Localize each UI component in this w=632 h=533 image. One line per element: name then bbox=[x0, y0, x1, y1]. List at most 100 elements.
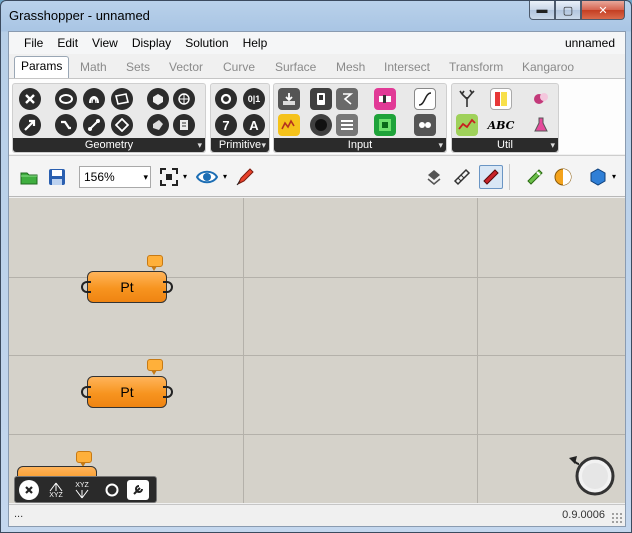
tab-transform[interactable]: Transform bbox=[449, 58, 503, 78]
preview-selected-icon[interactable] bbox=[523, 165, 547, 189]
cycle-icon[interactable] bbox=[101, 480, 123, 500]
scribble-list-icon[interactable] bbox=[490, 88, 512, 110]
menu-file[interactable]: File bbox=[17, 32, 50, 54]
control-knob-icon[interactable] bbox=[336, 88, 358, 110]
output-grip[interactable] bbox=[163, 281, 173, 293]
tree-param-icon[interactable] bbox=[456, 88, 478, 110]
grasshopper-canvas[interactable]: Pt Pt XYZ XYZ bbox=[9, 198, 625, 503]
document-name[interactable]: unnamed bbox=[565, 32, 615, 54]
tab-mesh[interactable]: Mesh bbox=[336, 58, 365, 78]
tab-kangaroo[interactable]: Kangaroo bbox=[522, 58, 574, 78]
import-input-icon[interactable] bbox=[278, 88, 300, 110]
menu-edit[interactable]: Edit bbox=[50, 32, 85, 54]
geometry-panel-footer[interactable]: Geometry ▾ bbox=[13, 138, 205, 152]
preview-eye-icon[interactable] bbox=[195, 165, 219, 189]
flask-icon[interactable] bbox=[530, 114, 552, 136]
tab-curve[interactable]: Curve bbox=[223, 58, 255, 78]
number-param-icon[interactable] bbox=[215, 88, 237, 110]
mesh-quality-dropdown-icon[interactable]: ▾ bbox=[612, 172, 616, 181]
mesh-quality-icon[interactable] bbox=[586, 165, 610, 189]
zoom-value: 156% bbox=[84, 170, 115, 184]
jump-icon[interactable] bbox=[530, 88, 552, 110]
tab-surface[interactable]: Surface bbox=[275, 58, 316, 78]
maximize-button[interactable]: ▢ bbox=[555, 1, 581, 20]
tab-params[interactable]: Params bbox=[14, 56, 70, 78]
matrix-input-icon[interactable] bbox=[374, 114, 396, 136]
output-grip[interactable] bbox=[163, 386, 173, 398]
gradient-curve-icon[interactable] bbox=[414, 88, 436, 110]
node-message-balloon[interactable] bbox=[147, 359, 163, 375]
toggle-switch-icon[interactable] bbox=[310, 88, 332, 110]
construct-point-icon[interactable]: XYZ bbox=[45, 480, 67, 500]
button-input-icon[interactable] bbox=[310, 114, 332, 136]
panel-input-icon[interactable] bbox=[414, 114, 436, 136]
tab-intersect[interactable]: Intersect bbox=[384, 58, 430, 78]
zoom-dropdown[interactable]: 156% ▾ bbox=[79, 166, 151, 188]
util-expander-icon[interactable]: ▾ bbox=[550, 138, 555, 152]
circle-param-icon[interactable] bbox=[55, 88, 77, 110]
scribble-text-icon[interactable]: ABC bbox=[488, 114, 515, 136]
node-message-balloon[interactable] bbox=[76, 451, 92, 467]
graph-mapper-icon[interactable] bbox=[278, 114, 300, 136]
preview-wireframe-icon[interactable] bbox=[450, 165, 474, 189]
value-list-icon[interactable] bbox=[336, 114, 358, 136]
delete-icon[interactable] bbox=[19, 480, 39, 500]
tab-math[interactable]: Math bbox=[80, 58, 107, 78]
node-message-balloon[interactable] bbox=[147, 255, 163, 271]
util-panel-footer[interactable]: Util ▾ bbox=[452, 138, 558, 152]
preview-none-icon[interactable] bbox=[422, 165, 446, 189]
canvas-gridline bbox=[477, 198, 478, 503]
open-file-icon[interactable] bbox=[17, 165, 41, 189]
vector-param-icon[interactable] bbox=[19, 114, 41, 136]
menu-help[interactable]: Help bbox=[236, 32, 275, 54]
tab-vector[interactable]: Vector bbox=[169, 58, 203, 78]
close-button[interactable]: ✕ bbox=[581, 1, 625, 20]
mesh-param-icon[interactable] bbox=[173, 88, 195, 110]
text-param-icon[interactable]: A bbox=[243, 114, 265, 136]
point-param-node[interactable]: Pt bbox=[81, 271, 173, 303]
box-param-icon[interactable] bbox=[147, 88, 169, 110]
menu-view[interactable]: View bbox=[85, 32, 125, 54]
integer-param-label: 7 bbox=[222, 117, 230, 133]
zoom-extents-dropdown-icon[interactable]: ▾ bbox=[183, 172, 187, 181]
wrench-icon[interactable] bbox=[127, 480, 149, 500]
input-grip[interactable] bbox=[81, 386, 91, 398]
menu-bar: File Edit View Display Solution Help unn… bbox=[9, 32, 625, 54]
navigation-compass-icon[interactable] bbox=[565, 450, 617, 498]
menu-display[interactable]: Display bbox=[125, 32, 178, 54]
primitive-panel-footer[interactable]: Primitive ▾ bbox=[211, 138, 269, 152]
resize-grip-icon[interactable] bbox=[611, 512, 623, 524]
geometry-param-icon[interactable] bbox=[19, 88, 41, 110]
menu-solution[interactable]: Solution bbox=[178, 32, 235, 54]
preview-dropdown-icon[interactable]: ▾ bbox=[223, 172, 227, 181]
data-viewer-icon[interactable] bbox=[456, 114, 478, 136]
input-panel-footer[interactable]: Input ▾ bbox=[274, 138, 446, 152]
point-param-icon[interactable] bbox=[83, 114, 105, 136]
curve-param-icon[interactable] bbox=[83, 88, 105, 110]
plane-param-icon[interactable] bbox=[111, 114, 133, 136]
save-file-icon[interactable] bbox=[45, 165, 69, 189]
surface-param-icon[interactable] bbox=[111, 88, 133, 110]
geometry-pipeline-icon[interactable] bbox=[173, 114, 195, 136]
geometry-expander-icon[interactable]: ▾ bbox=[197, 138, 202, 152]
status-message: ... bbox=[14, 508, 24, 520]
boolean-param-icon[interactable]: 0|1 bbox=[243, 88, 265, 110]
integer-param-icon[interactable]: 7 bbox=[215, 114, 237, 136]
status-bar: ... 0.9.0006 bbox=[9, 504, 625, 526]
minimize-button[interactable]: ▬ bbox=[529, 1, 555, 20]
brep-param-icon[interactable] bbox=[147, 114, 169, 136]
document-preview-icon[interactable] bbox=[551, 165, 575, 189]
input-grip[interactable] bbox=[81, 281, 91, 293]
preview-shaded-icon[interactable] bbox=[479, 165, 503, 189]
primitive-expander-icon[interactable]: ▾ bbox=[261, 138, 266, 152]
number-slider-icon[interactable] bbox=[374, 88, 396, 110]
point-param-node[interactable]: Pt bbox=[81, 376, 173, 408]
input-expander-icon[interactable]: ▾ bbox=[438, 138, 443, 152]
xyz-label: XYZ bbox=[75, 481, 89, 489]
deconstruct-point-icon[interactable]: XYZ bbox=[71, 480, 93, 500]
sketch-pen-icon[interactable] bbox=[233, 165, 257, 189]
zoom-extents-icon[interactable] bbox=[157, 165, 181, 189]
tab-sets[interactable]: Sets bbox=[126, 58, 150, 78]
line-param-icon[interactable] bbox=[55, 114, 77, 136]
title-bar[interactable]: Grasshopper - unnamed ▬ ▢ ✕ bbox=[1, 1, 631, 31]
